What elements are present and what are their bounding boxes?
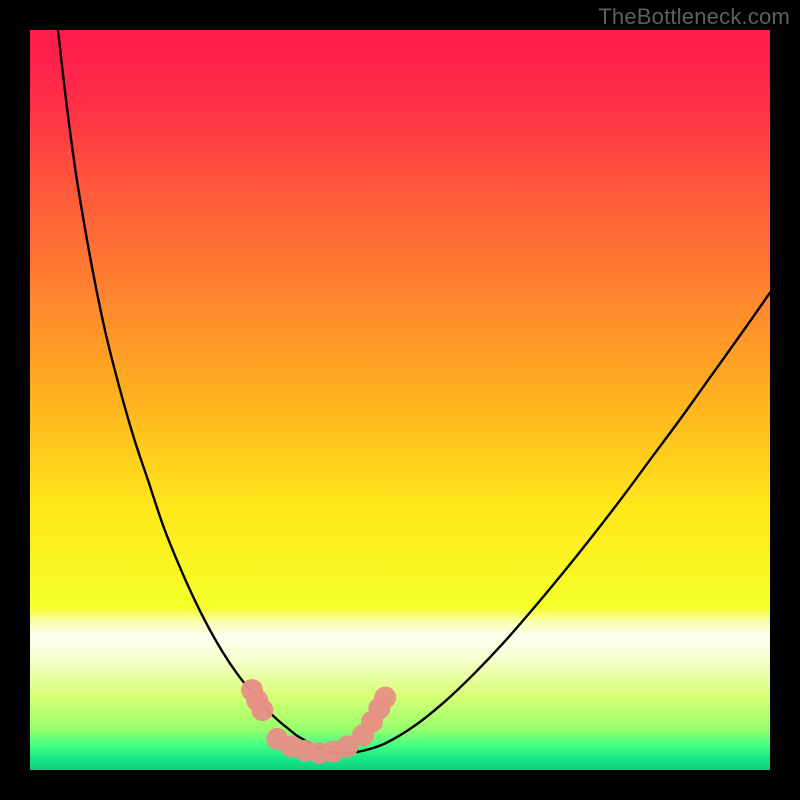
watermark-text: TheBottleneck.com [598,4,790,30]
chart-stage: TheBottleneck.com [0,0,800,800]
bottleneck-curve [30,30,770,770]
plot-area [30,30,770,770]
curve-markers [241,679,396,764]
